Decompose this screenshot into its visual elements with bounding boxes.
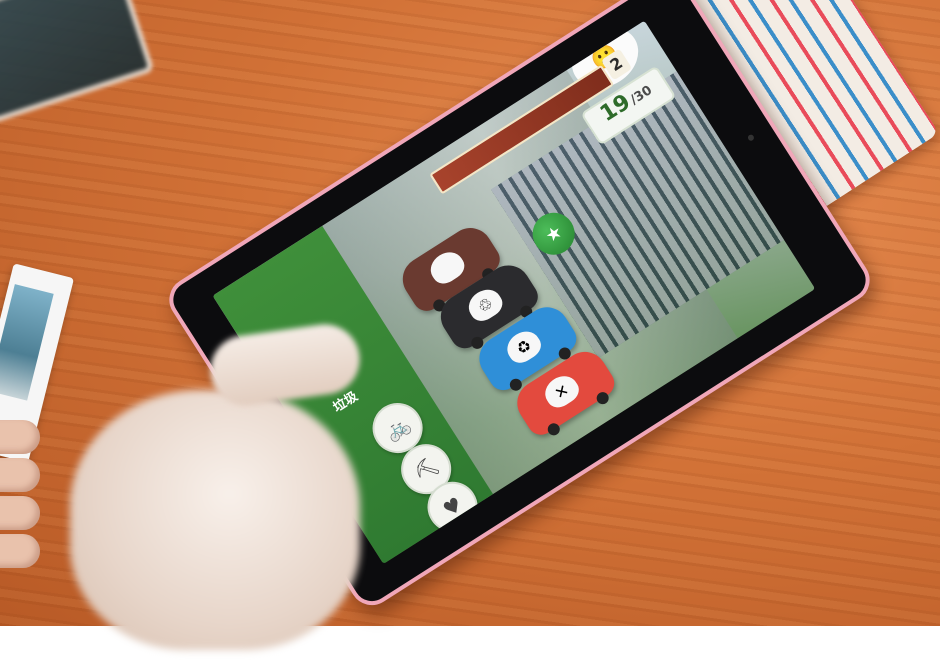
hazard-icon: ✕ (550, 379, 573, 403)
bin-face: ✕ (539, 370, 584, 413)
bin-face: ♲ (463, 283, 507, 326)
score-total: /30 (627, 82, 656, 108)
tablet-camera (746, 133, 755, 142)
tools-icon: ⛏ (408, 452, 444, 487)
hand-index-finger (205, 319, 365, 411)
hand-palm (70, 390, 360, 650)
pointing-hand (40, 319, 370, 660)
bicycle-icon: 🚲 (380, 411, 415, 445)
bin-symbol: ♲ (473, 292, 497, 317)
bin-face: ♻ (501, 325, 546, 368)
bin-face (425, 246, 469, 289)
recycle-icon: ♻ (512, 334, 535, 359)
heart-icon: ♥ (438, 491, 467, 522)
